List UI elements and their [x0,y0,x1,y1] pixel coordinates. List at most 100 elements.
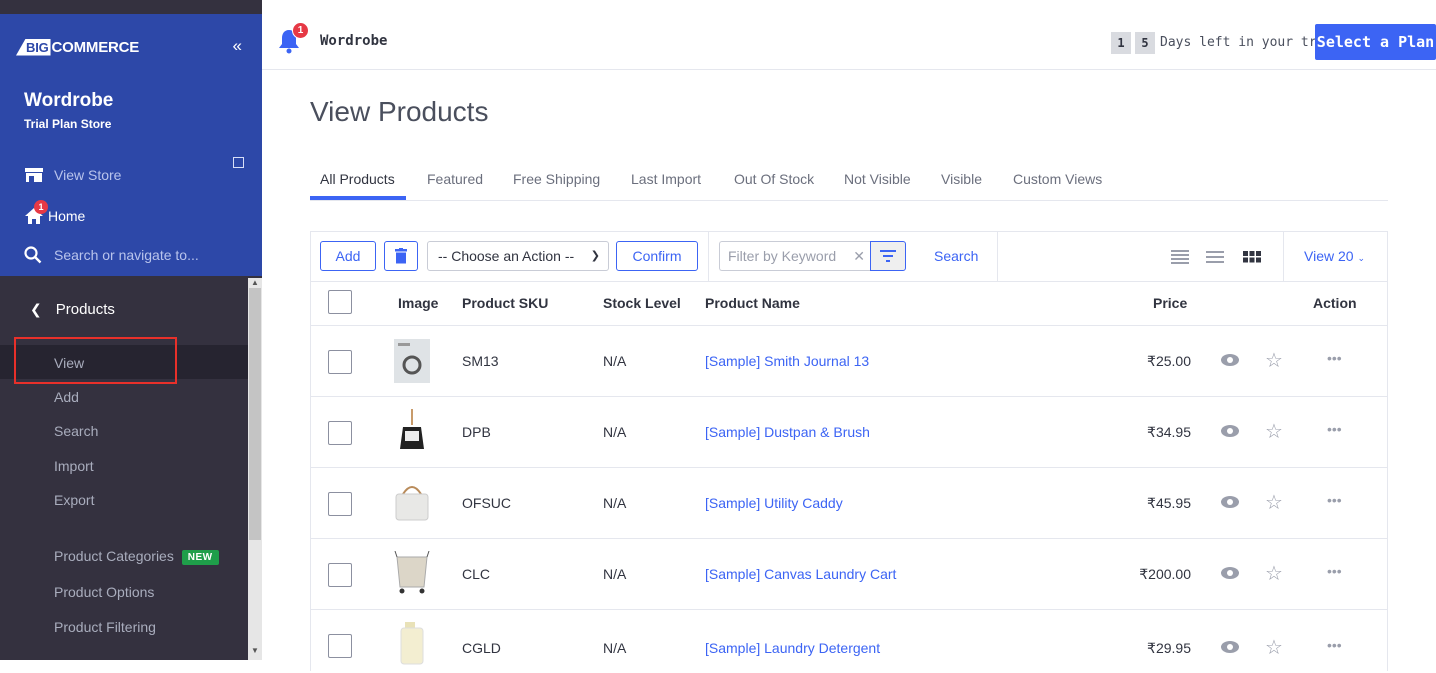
preview-eye-icon[interactable] [1220,495,1240,509]
select-all-checkbox[interactable] [328,290,352,314]
search-icon [24,246,46,264]
product-name-link[interactable]: [Sample] Laundry Detergent [705,640,880,656]
column-header-stock[interactable]: Stock Level [603,295,681,311]
product-price: ₹200.00 [1139,566,1191,582]
product-stock: N/A [603,495,627,511]
trash-icon [395,248,407,264]
bulk-action-select[interactable]: -- Choose an Action -- ❯ [427,241,609,271]
tab-out-of-stock[interactable]: Out Of Stock [734,171,814,187]
store-title: Wordrobe [320,33,388,49]
dense-list-view-icon[interactable] [1171,250,1189,269]
sidebar-scrollbar[interactable]: ▲ ▼ [248,278,262,660]
tab-visible[interactable]: Visible [941,171,982,187]
external-link-icon[interactable] [233,157,244,168]
row-checkbox[interactable] [328,350,352,374]
column-header-sku[interactable]: Product SKU [462,295,548,311]
product-view-tabs: All Products Featured Free Shipping Last… [310,166,1388,201]
trial-digit-tens: 1 [1111,32,1131,54]
product-name-link[interactable]: [Sample] Dustpan & Brush [705,424,870,440]
product-stock: N/A [603,640,627,656]
product-price: ₹34.95 [1147,424,1191,440]
page-size-dropdown[interactable]: View 20 ⌄ [1304,248,1365,264]
product-stock: N/A [603,353,627,369]
sidebar-item-import[interactable]: Import [54,458,94,474]
sidebar-search[interactable]: Search or navigate to... [24,246,199,264]
bigcommerce-logo[interactable]: BIG COMMERCE [16,34,139,60]
new-badge: NEW [181,550,219,565]
sidebar-item-search[interactable]: Search [54,423,98,439]
product-thumbnail-detergent[interactable] [391,622,433,666]
collapse-sidebar-icon[interactable]: « [233,36,242,56]
tab-last-import[interactable]: Last Import [631,171,701,187]
product-name-link[interactable]: [Sample] Utility Caddy [705,495,843,511]
product-name-link[interactable]: [Sample] Canvas Laundry Cart [705,566,896,582]
filter-icon [880,250,896,262]
more-actions-icon[interactable]: ••• [1327,492,1342,508]
sidebar-item-add[interactable]: Add [54,389,79,405]
product-thumbnail-journal[interactable] [391,339,433,383]
table-row: CLC N/A [Sample] Canvas Laundry Cart ₹20… [311,538,1387,610]
notifications-bell[interactable]: 1 [278,22,309,54]
featured-star-icon[interactable]: ☆ [1265,635,1283,660]
product-name-link[interactable]: [Sample] Smith Journal 13 [705,353,869,369]
product-thumbnail-caddy[interactable] [391,480,433,524]
table-row: SM13 N/A [Sample] Smith Journal 13 ₹25.0… [311,325,1387,397]
add-product-button[interactable]: Add [320,241,376,271]
product-thumbnail-laundry-cart[interactable] [391,551,433,595]
sidebar-item-product-filtering[interactable]: Product Filtering [54,619,156,635]
tab-free-shipping[interactable]: Free Shipping [513,171,600,187]
select-plan-button[interactable]: Select a Plan [1315,24,1436,60]
tab-custom-views[interactable]: Custom Views [1013,171,1102,187]
filter-options-button[interactable] [870,241,906,271]
product-categories-label: Product Categories [54,548,174,564]
product-stock: N/A [603,424,627,440]
confirm-action-button[interactable]: Confirm [616,241,698,271]
sidebar-item-product-options[interactable]: Product Options [54,584,154,600]
sidebar-item-product-categories[interactable]: Product Categories NEW [54,548,219,565]
table-row: OFSUC N/A [Sample] Utility Caddy ₹45.95 … [311,467,1387,539]
page-title: View Products [310,96,489,127]
more-actions-icon[interactable]: ••• [1327,637,1342,653]
column-header-price[interactable]: Price [1153,295,1187,311]
more-actions-icon[interactable]: ••• [1327,421,1342,437]
products-toolbar: Add -- Choose an Action -- ❯ Confirm Fil… [311,232,1387,282]
scroll-up-icon[interactable]: ▲ [251,278,259,287]
more-actions-icon[interactable]: ••• [1327,350,1342,366]
more-actions-icon[interactable]: ••• [1327,563,1342,579]
product-sku: CGLD [462,640,501,656]
featured-star-icon[interactable]: ☆ [1265,348,1283,373]
scrollbar-thumb[interactable] [249,288,261,540]
grid-view-icon[interactable] [1243,250,1261,269]
scroll-down-icon[interactable]: ▼ [251,646,259,655]
column-header-name[interactable]: Product Name [705,295,800,311]
clear-filter-icon[interactable]: ✕ [853,248,865,265]
sidebar-item-home[interactable]: 1 Home [24,200,85,225]
product-thumbnail-dustpan[interactable] [391,409,433,453]
row-checkbox[interactable] [328,421,352,445]
view-store-link[interactable]: View Store [24,167,121,183]
preview-eye-icon[interactable] [1220,353,1240,367]
tab-featured[interactable]: Featured [427,171,483,187]
logo-big-text: BIG [16,38,51,56]
preview-eye-icon[interactable] [1220,566,1240,580]
preview-eye-icon[interactable] [1220,640,1240,654]
keyword-filter-input[interactable]: Filter by Keyword ✕ [719,241,871,271]
row-checkbox[interactable] [328,634,352,658]
logo-rest-text: COMMERCE [51,38,140,56]
store-name: Wordrobe [24,90,114,111]
featured-star-icon[interactable]: ☆ [1265,490,1283,515]
search-button[interactable]: Search [934,248,978,264]
list-view-icon[interactable] [1206,250,1224,269]
tab-not-visible[interactable]: Not Visible [844,171,911,187]
row-checkbox[interactable] [328,563,352,587]
featured-star-icon[interactable]: ☆ [1265,419,1283,444]
row-checkbox[interactable] [328,492,352,516]
preview-eye-icon[interactable] [1220,424,1240,438]
products-section-back[interactable]: ❮ Products [30,301,115,318]
featured-star-icon[interactable]: ☆ [1265,561,1283,586]
tab-all-products[interactable]: All Products [320,171,395,187]
product-sku: CLC [462,566,491,582]
delete-button[interactable] [384,241,418,271]
sidebar-item-export[interactable]: Export [54,492,94,508]
trial-digit-ones: 5 [1135,32,1155,54]
